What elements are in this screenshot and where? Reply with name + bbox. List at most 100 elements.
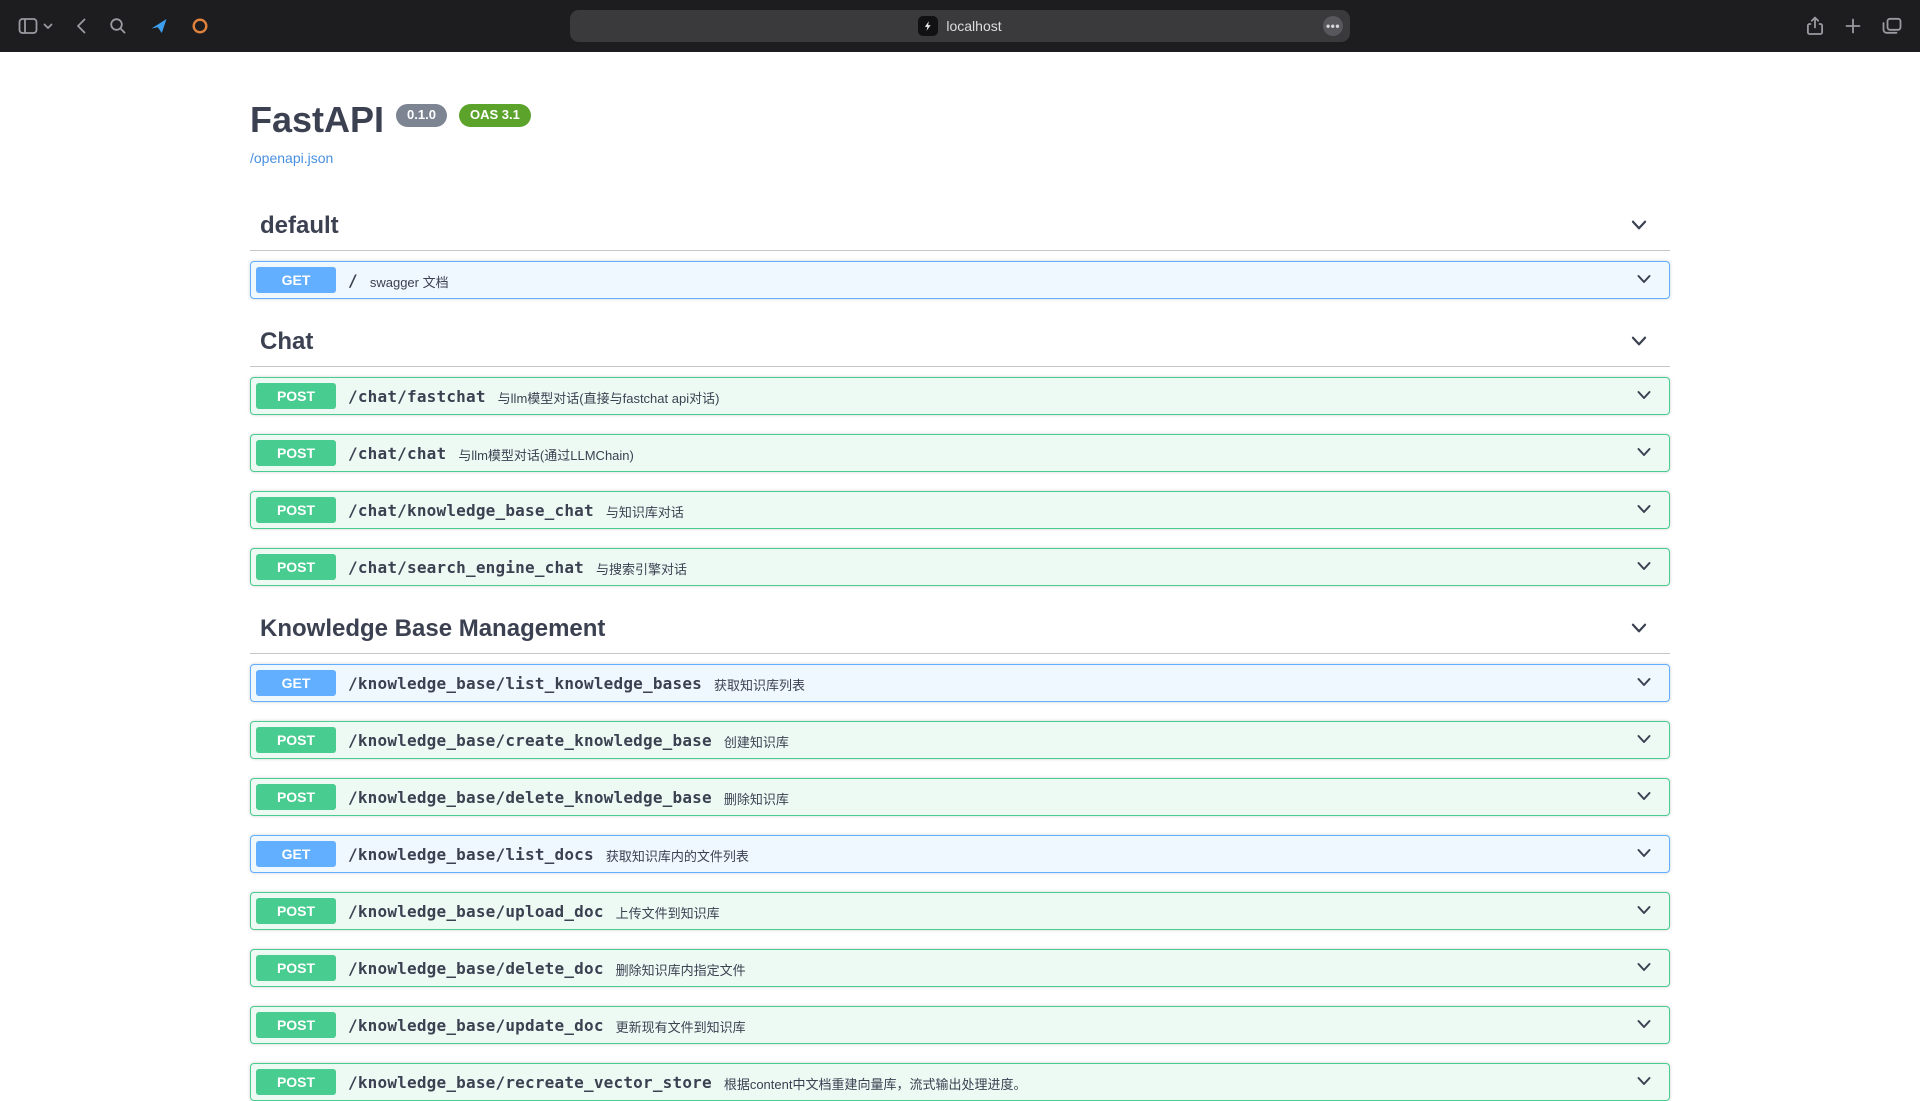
- operation-expand-button[interactable]: [1624, 957, 1664, 980]
- operation-row: GET / swagger 文档: [250, 261, 1670, 299]
- api-info: FastAPI 0.1.0 OAS 3.1 /openapi.json: [250, 98, 1670, 168]
- operation-expand-button[interactable]: [1624, 442, 1664, 465]
- operation-summary[interactable]: GET /knowledge_base/list_knowledge_bases…: [251, 665, 1669, 701]
- search-button[interactable]: [109, 17, 127, 35]
- operation-expand-button[interactable]: [1624, 843, 1664, 866]
- section-header[interactable]: Chat: [250, 318, 1670, 367]
- operation-path: /chat/knowledge_base_chat: [336, 501, 606, 520]
- url-bar[interactable]: localhost •••: [570, 10, 1350, 42]
- chevron-up-icon: [1628, 330, 1650, 355]
- oas-badge: OAS 3.1: [459, 104, 531, 127]
- operation-description: swagger 文档: [370, 270, 1624, 291]
- operation-description: 删除知识库: [724, 787, 1624, 808]
- operation-summary[interactable]: POST /chat/chat 与llm模型对话(通过LLMChain): [251, 435, 1669, 471]
- operation-expand-button[interactable]: [1624, 385, 1664, 408]
- version-badge: 0.1.0: [396, 104, 447, 127]
- operation-expand-button[interactable]: [1624, 786, 1664, 809]
- chevron-down-icon: [1634, 269, 1654, 292]
- share-button[interactable]: [1806, 16, 1824, 36]
- url-more-icon[interactable]: •••: [1323, 16, 1343, 36]
- chevron-down-icon: [1634, 729, 1654, 752]
- operation-summary[interactable]: POST /knowledge_base/upload_doc 上传文件到知识库: [251, 893, 1669, 929]
- method-badge: POST: [256, 383, 336, 409]
- operation-expand-button[interactable]: [1624, 900, 1664, 923]
- operation-description: 更新现有文件到知识库: [616, 1015, 1624, 1036]
- section-collapse-button[interactable]: [1628, 617, 1650, 642]
- operation-expand-button[interactable]: [1624, 1071, 1664, 1094]
- operation-description: 获取知识库内的文件列表: [606, 844, 1624, 865]
- chevron-down-icon: [1634, 672, 1654, 695]
- operation-path: /knowledge_base/delete_knowledge_base: [336, 788, 724, 807]
- section-title: Chat: [260, 328, 1628, 356]
- chevron-down-icon: [1634, 1071, 1654, 1094]
- operation-row: POST /knowledge_base/create_knowledge_ba…: [250, 721, 1670, 759]
- operation-summary[interactable]: POST /knowledge_base/update_doc 更新现有文件到知…: [251, 1007, 1669, 1043]
- operation-summary[interactable]: POST /knowledge_base/create_knowledge_ba…: [251, 722, 1669, 758]
- api-sections: default GET / swagger 文档 Chat: [250, 202, 1670, 1101]
- method-badge: GET: [256, 841, 336, 867]
- blue-app-button[interactable]: [149, 16, 169, 36]
- chevron-down-icon: [1634, 957, 1654, 980]
- operation-summary[interactable]: GET / swagger 文档: [251, 262, 1669, 298]
- operation-summary[interactable]: POST /knowledge_base/delete_doc 删除知识库内指定…: [251, 950, 1669, 986]
- operation-summary[interactable]: GET /knowledge_base/list_docs 获取知识库内的文件列…: [251, 836, 1669, 872]
- sidebar-toggle-button[interactable]: [18, 17, 53, 35]
- section-operations: POST /chat/fastchat 与llm模型对话(直接与fastchat…: [250, 377, 1670, 586]
- operation-summary[interactable]: POST /knowledge_base/delete_knowledge_ba…: [251, 779, 1669, 815]
- operation-description: 删除知识库内指定文件: [616, 958, 1624, 979]
- operation-summary[interactable]: POST /knowledge_base/recreate_vector_sto…: [251, 1064, 1669, 1100]
- method-badge: GET: [256, 670, 336, 696]
- swagger-page: FastAPI 0.1.0 OAS 3.1 /openapi.json defa…: [0, 52, 1920, 1101]
- section-operations: GET / swagger 文档: [250, 261, 1670, 299]
- tabs-icon: [1882, 17, 1902, 35]
- operation-summary[interactable]: POST /chat/fastchat 与llm模型对话(直接与fastchat…: [251, 378, 1669, 414]
- openapi-json-link[interactable]: /openapi.json: [250, 150, 333, 166]
- operation-path: /knowledge_base/update_doc: [336, 1016, 616, 1035]
- section-operations: GET /knowledge_base/list_knowledge_bases…: [250, 664, 1670, 1101]
- operation-row: POST /knowledge_base/delete_knowledge_ba…: [250, 778, 1670, 816]
- operation-path: /knowledge_base/list_docs: [336, 845, 606, 864]
- operation-expand-button[interactable]: [1624, 499, 1664, 522]
- operation-expand-button[interactable]: [1624, 269, 1664, 292]
- api-section: Chat POST /chat/fastchat 与llm模型对话(直接与fas…: [250, 318, 1670, 586]
- operation-path: /: [336, 271, 370, 290]
- operation-expand-button[interactable]: [1624, 729, 1664, 752]
- operation-row: GET /knowledge_base/list_docs 获取知识库内的文件列…: [250, 835, 1670, 873]
- operation-description: 根据content中文档重建向量库，流式输出处理进度。: [724, 1072, 1624, 1093]
- orange-ring-icon: [191, 17, 209, 35]
- operation-description: 上传文件到知识库: [616, 901, 1624, 922]
- operation-expand-button[interactable]: [1624, 672, 1664, 695]
- operation-path: /chat/fastchat: [336, 387, 498, 406]
- operation-expand-button[interactable]: [1624, 1014, 1664, 1037]
- operation-summary[interactable]: POST /chat/search_engine_chat 与搜索引擎对话: [251, 549, 1669, 585]
- api-section: Knowledge Base Management GET /knowledge…: [250, 605, 1670, 1101]
- operation-path: /knowledge_base/delete_doc: [336, 959, 616, 978]
- chevron-down-icon: [1634, 900, 1654, 923]
- section-header[interactable]: Knowledge Base Management: [250, 605, 1670, 654]
- operation-description: 与llm模型对话(通过LLMChain): [458, 443, 1624, 464]
- new-tab-button[interactable]: [1844, 17, 1862, 35]
- operation-path: /knowledge_base/list_knowledge_bases: [336, 674, 714, 693]
- search-icon: [109, 17, 127, 35]
- section-title: default: [260, 212, 1628, 240]
- method-badge: POST: [256, 440, 336, 466]
- operation-row: GET /knowledge_base/list_knowledge_bases…: [250, 664, 1670, 702]
- operation-expand-button[interactable]: [1624, 556, 1664, 579]
- back-button[interactable]: [75, 17, 87, 35]
- blue-app-icon: [149, 16, 169, 36]
- section-collapse-button[interactable]: [1628, 330, 1650, 355]
- chevron-left-icon: [75, 17, 87, 35]
- operation-summary[interactable]: POST /chat/knowledge_base_chat 与知识库对话: [251, 492, 1669, 528]
- operation-row: POST /chat/chat 与llm模型对话(通过LLMChain): [250, 434, 1670, 472]
- section-header[interactable]: default: [250, 202, 1670, 251]
- section-collapse-button[interactable]: [1628, 214, 1650, 239]
- chevron-down-icon: [1634, 843, 1654, 866]
- operation-path: /knowledge_base/create_knowledge_base: [336, 731, 724, 750]
- toolbar-left-group: [18, 16, 209, 36]
- url-text: localhost: [946, 18, 1001, 34]
- tab-overview-button[interactable]: [1882, 17, 1902, 35]
- method-badge: POST: [256, 497, 336, 523]
- orange-ring-button[interactable]: [191, 17, 209, 35]
- api-title-text: FastAPI: [250, 98, 384, 141]
- operation-row: POST /chat/knowledge_base_chat 与知识库对话: [250, 491, 1670, 529]
